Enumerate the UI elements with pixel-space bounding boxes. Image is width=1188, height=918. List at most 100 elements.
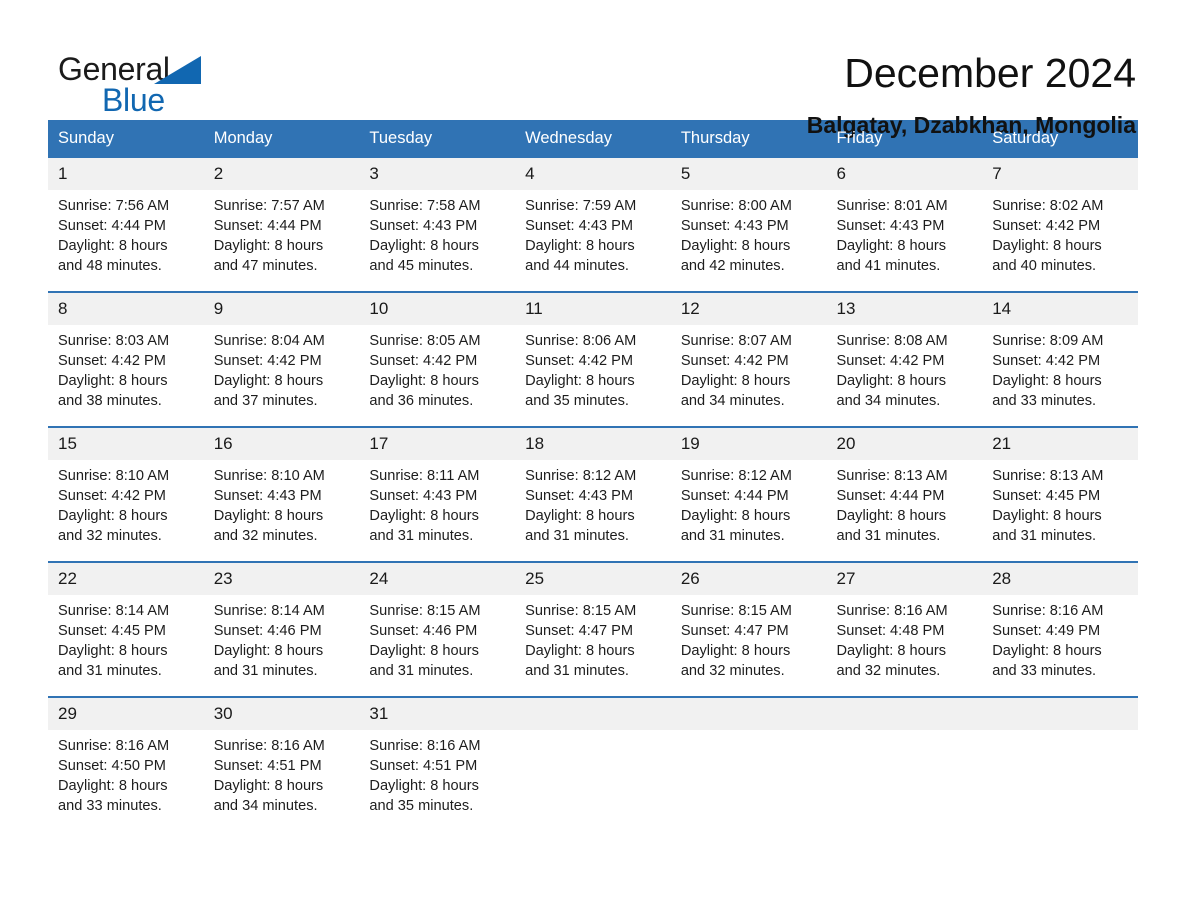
day-sun-info: Sunrise: 8:15 AM Sunset: 4:47 PM Daylight:… <box>515 595 671 681</box>
daylight-text: Daylight: 8 hours and 33 minutes. <box>992 643 1102 679</box>
sunrise-text: Sunrise: 8:15 AM <box>525 603 637 619</box>
calendar-day-cell[interactable]: 15 Sunrise: 8:10 AM Sunset: 4:42 PM Dayligh… <box>48 426 204 562</box>
sunrise-text: Sunrise: 8:01 AM <box>836 198 948 214</box>
calendar-week-row: 29 Sunrise: 8:16 AM Sunset: 4:50 PM Dayligh… <box>48 696 1138 831</box>
calendar-day-cell[interactable]: 19 Sunrise: 8:12 AM Sunset: 4:44 PM Dayligh… <box>670 426 827 562</box>
calendar-day-cell[interactable]: 16 Sunrise: 8:10 AM Sunset: 4:43 PM Dayligh… <box>203 426 360 562</box>
calendar-week-row: 8 Sunrise: 8:03 AM Sunset: 4:42 PM Daylight… <box>48 291 1138 427</box>
sunrise-text: Sunrise: 8:10 AM <box>213 468 325 484</box>
day-sun-info: Sunrise: 8:00 AM Sunset: 4:43 PM Daylight:… <box>671 190 827 276</box>
calendar-day-cell[interactable]: 21 Sunrise: 8:13 AM Sunset: 4:45 PM Dayligh… <box>982 426 1138 562</box>
calendar-day-cell[interactable]: 23 Sunrise: 8:14 AM Sunset: 4:46 PM Dayligh… <box>203 561 360 697</box>
calendar-page: General Blue December 2024 Balgatay, Dza… <box>0 0 1188 918</box>
daylight-text: Daylight: 8 hours and 41 minutes. <box>836 238 947 274</box>
calendar-day-cell[interactable]: 31 Sunrise: 8:16 AM Sunset: 4:51 PM Dayligh… <box>359 696 516 831</box>
weekday-header-thursday: Thursday <box>670 120 827 158</box>
daylight-text: Daylight: 8 hours and 48 minutes. <box>58 238 168 274</box>
sunrise-text: Sunrise: 8:08 AM <box>836 333 948 349</box>
calendar-day-cell[interactable]: 22 Sunrise: 8:14 AM Sunset: 4:45 PM Dayligh… <box>48 561 204 697</box>
sunset-text: Sunset: 4:42 PM <box>992 218 1101 234</box>
sunrise-text: Sunrise: 8:16 AM <box>992 603 1104 619</box>
daylight-text: Daylight: 8 hours and 33 minutes. <box>992 373 1102 409</box>
calendar-day-cell[interactable]: 26 Sunrise: 8:15 AM Sunset: 4:47 PM Dayligh… <box>670 561 827 697</box>
daylight-text: Daylight: 8 hours and 37 minutes. <box>213 373 324 409</box>
day-number: 23 <box>203 563 360 595</box>
day-cell-content: 13 Sunrise: 8:08 AM Sunset: 4:42 PM Dayligh… <box>826 293 983 426</box>
calendar-day-cell[interactable]: 4 Sunrise: 7:59 AM Sunset: 4:43 PM Daylight… <box>515 158 671 292</box>
sunset-text: Sunset: 4:45 PM <box>58 623 166 639</box>
day-number: 28 <box>982 563 1138 595</box>
day-number: 13 <box>826 293 983 325</box>
calendar-day-cell[interactable]: 30 Sunrise: 8:16 AM Sunset: 4:51 PM Dayligh… <box>203 696 360 831</box>
day-sun-info: Sunrise: 8:09 AM Sunset: 4:42 PM Daylight:… <box>982 325 1138 411</box>
day-cell-content: 17 Sunrise: 8:11 AM Sunset: 4:43 PM Dayligh… <box>359 428 516 561</box>
calendar-day-cell[interactable]: 7 Sunrise: 8:02 AM Sunset: 4:42 PM Daylight… <box>982 158 1138 292</box>
day-sun-info: Sunrise: 8:15 AM Sunset: 4:47 PM Daylight:… <box>671 595 827 681</box>
sunset-text: Sunset: 4:47 PM <box>525 623 634 639</box>
calendar-day-cell[interactable]: 6 Sunrise: 8:01 AM Sunset: 4:43 PM Daylight… <box>826 158 983 292</box>
calendar-day-cell[interactable]: 10 Sunrise: 8:05 AM Sunset: 4:42 PM Dayligh… <box>359 291 516 427</box>
calendar-day-cell[interactable]: 27 Sunrise: 8:16 AM Sunset: 4:48 PM Dayligh… <box>826 561 983 697</box>
calendar-day-cell[interactable]: 28 Sunrise: 8:16 AM Sunset: 4:49 PM Dayligh… <box>982 561 1138 697</box>
sunrise-text: Sunrise: 7:59 AM <box>525 198 637 214</box>
sunrise-text: Sunrise: 8:12 AM <box>680 468 792 484</box>
day-cell-content: 3 Sunrise: 7:58 AM Sunset: 4:43 PM Daylight… <box>359 158 516 291</box>
day-cell-content: 23 Sunrise: 8:14 AM Sunset: 4:46 PM Dayligh… <box>203 563 360 696</box>
calendar-week-row: 22 Sunrise: 8:14 AM Sunset: 4:45 PM Dayligh… <box>48 561 1138 697</box>
calendar-day-cell[interactable]: 18 Sunrise: 8:12 AM Sunset: 4:43 PM Dayligh… <box>515 426 671 562</box>
calendar-day-cell[interactable]: 14 Sunrise: 8:09 AM Sunset: 4:42 PM Dayligh… <box>982 291 1138 427</box>
daylight-text: Daylight: 8 hours and 34 minutes. <box>213 778 324 814</box>
sunset-text: Sunset: 4:43 PM <box>680 218 789 234</box>
calendar-day-cell[interactable]: 8 Sunrise: 8:03 AM Sunset: 4:42 PM Daylight… <box>48 291 204 427</box>
calendar-day-cell[interactable]: 25 Sunrise: 8:15 AM Sunset: 4:47 PM Dayligh… <box>515 561 671 697</box>
calendar-day-cell[interactable]: 2 Sunrise: 7:57 AM Sunset: 4:44 PM Daylight… <box>203 158 360 292</box>
generalblue-logo[interactable]: General Blue <box>58 48 218 120</box>
calendar-day-cell[interactable]: 20 Sunrise: 8:13 AM Sunset: 4:44 PM Dayligh… <box>826 426 983 562</box>
calendar-day-cell[interactable]: 1 Sunrise: 7:56 AM Sunset: 4:44 PM Daylight… <box>48 158 204 292</box>
day-cell-content: 31 Sunrise: 8:16 AM Sunset: 4:51 PM Dayligh… <box>359 698 516 831</box>
calendar-day-cell[interactable]: 17 Sunrise: 8:11 AM Sunset: 4:43 PM Dayligh… <box>359 426 516 562</box>
daylight-text: Daylight: 8 hours and 32 minutes. <box>836 643 947 679</box>
day-sun-info: Sunrise: 8:01 AM Sunset: 4:43 PM Daylight:… <box>827 190 983 276</box>
sunrise-text: Sunrise: 8:16 AM <box>213 738 325 754</box>
day-number: 21 <box>982 428 1138 460</box>
sunrise-text: Sunrise: 7:56 AM <box>58 198 170 214</box>
day-sun-info: Sunrise: 7:59 AM Sunset: 4:43 PM Daylight:… <box>515 190 671 276</box>
weekday-header-tuesday: Tuesday <box>359 120 516 158</box>
day-sun-info: Sunrise: 8:03 AM Sunset: 4:42 PM Daylight:… <box>48 325 204 411</box>
calendar-day-cell[interactable]: 9 Sunrise: 8:04 AM Sunset: 4:42 PM Daylight… <box>203 291 360 427</box>
calendar-day-cell[interactable]: 29 Sunrise: 8:16 AM Sunset: 4:50 PM Dayligh… <box>48 696 204 831</box>
day-sun-info: Sunrise: 8:14 AM Sunset: 4:46 PM Daylight:… <box>204 595 360 681</box>
day-cell-content: 16 Sunrise: 8:10 AM Sunset: 4:43 PM Dayligh… <box>203 428 360 561</box>
calendar-day-cell[interactable]: 12 Sunrise: 8:07 AM Sunset: 4:42 PM Dayligh… <box>670 291 827 427</box>
day-cell-content: 22 Sunrise: 8:14 AM Sunset: 4:45 PM Dayligh… <box>48 563 204 696</box>
sunset-text: Sunset: 4:45 PM <box>992 488 1101 504</box>
daylight-text: Daylight: 8 hours and 35 minutes. <box>525 373 635 409</box>
sunrise-text: Sunrise: 8:14 AM <box>213 603 325 619</box>
day-number: 31 <box>359 698 516 730</box>
calendar-day-cell[interactable]: 24 Sunrise: 8:15 AM Sunset: 4:46 PM Dayligh… <box>359 561 516 697</box>
day-number: 9 <box>203 293 360 325</box>
calendar-day-cell[interactable]: 13 Sunrise: 8:08 AM Sunset: 4:42 PM Dayligh… <box>826 291 983 427</box>
day-cell-content: 4 Sunrise: 7:59 AM Sunset: 4:43 PM Daylight… <box>515 158 671 291</box>
sunset-text: Sunset: 4:43 PM <box>525 488 634 504</box>
day-sun-info: Sunrise: 8:12 AM Sunset: 4:43 PM Daylight:… <box>515 460 671 546</box>
day-sun-info: Sunrise: 8:06 AM Sunset: 4:42 PM Daylight:… <box>515 325 671 411</box>
sunrise-text: Sunrise: 8:07 AM <box>680 333 792 349</box>
day-cell-content: 18 Sunrise: 8:12 AM Sunset: 4:43 PM Dayligh… <box>515 428 671 561</box>
calendar-day-cell[interactable]: 3 Sunrise: 7:58 AM Sunset: 4:43 PM Daylight… <box>359 158 516 292</box>
sunset-text: Sunset: 4:46 PM <box>213 623 322 639</box>
daylight-text: Daylight: 8 hours and 34 minutes. <box>680 373 791 409</box>
sunrise-text: Sunrise: 8:12 AM <box>525 468 637 484</box>
calendar-day-cell[interactable]: 5 Sunrise: 8:00 AM Sunset: 4:43 PM Daylight… <box>670 158 827 292</box>
sunrise-text: Sunrise: 8:09 AM <box>992 333 1104 349</box>
day-number <box>670 698 827 730</box>
daylight-text: Daylight: 8 hours and 42 minutes. <box>680 238 791 274</box>
daylight-text: Daylight: 8 hours and 40 minutes. <box>992 238 1102 274</box>
logo-text-blue: Blue <box>102 82 165 118</box>
calendar-body: 1 Sunrise: 7:56 AM Sunset: 4:44 PM Daylight… <box>48 158 1138 831</box>
day-number: 10 <box>359 293 516 325</box>
day-cell-content <box>515 698 671 831</box>
calendar-day-cell[interactable]: 11 Sunrise: 8:06 AM Sunset: 4:42 PM Dayligh… <box>515 291 671 427</box>
sunset-text: Sunset: 4:43 PM <box>369 218 478 234</box>
